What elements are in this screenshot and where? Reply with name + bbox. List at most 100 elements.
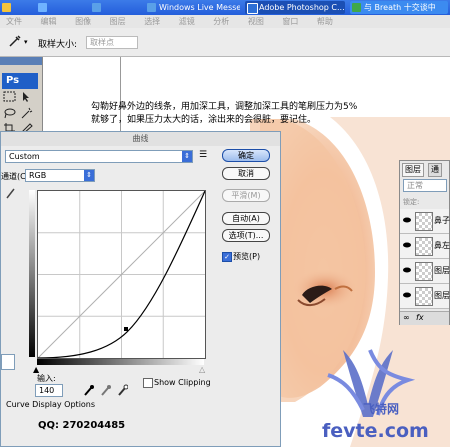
taskbar-label: 与 Breath 十交谈中 bbox=[364, 3, 436, 12]
chat-icon bbox=[352, 3, 361, 12]
options-button[interactable]: 选项(T)... bbox=[222, 229, 270, 242]
input-label: 输入: bbox=[37, 374, 56, 383]
menu-bar: 文件 编辑 图像 图层 选择 滤镜 分析 视图 窗口 帮助 bbox=[0, 15, 450, 28]
preset-value: Custom bbox=[9, 152, 40, 161]
preview-label: 预览(P) bbox=[233, 252, 261, 261]
sample-size-label: 取样大小: bbox=[38, 40, 78, 50]
input-value: 140 bbox=[39, 386, 55, 395]
menu-image[interactable]: 图像 bbox=[75, 17, 91, 26]
blend-mode-value: 正常 bbox=[407, 181, 423, 190]
sample-size-select[interactable]: 取样点 bbox=[86, 36, 138, 49]
cancel-button[interactable]: 取消 bbox=[222, 167, 270, 180]
menu-analysis[interactable]: 分析 bbox=[213, 17, 229, 26]
eye-icon[interactable] bbox=[403, 267, 411, 273]
channel-value: RGB bbox=[29, 171, 47, 180]
taskbar-item-photoshop[interactable]: Adobe Photoshop C... bbox=[245, 1, 345, 14]
taskbar-item-arrow[interactable] bbox=[90, 1, 110, 14]
eye-icon[interactable] bbox=[403, 217, 411, 223]
menu-window[interactable]: 窗口 bbox=[282, 17, 298, 26]
layers-footer: ∞ fx bbox=[400, 311, 449, 325]
menu-layer[interactable]: 图层 bbox=[110, 17, 126, 26]
menu-select[interactable]: 选择 bbox=[144, 17, 160, 26]
tab-layers[interactable]: 图层 bbox=[402, 163, 424, 177]
curve-plot[interactable] bbox=[37, 190, 206, 359]
eye-icon[interactable] bbox=[403, 242, 411, 248]
options-bar: ▾ 取样大小: 取样点 bbox=[0, 28, 450, 57]
layer-thumbnail bbox=[415, 237, 433, 256]
taskbar-label: Windows Live Messe... bbox=[159, 3, 240, 12]
show-clipping-checkbox[interactable] bbox=[143, 378, 153, 388]
lock-label: 锁定: bbox=[403, 198, 420, 206]
sample-size-value: 取样点 bbox=[90, 38, 114, 47]
taskbar-item-messenger[interactable]: Windows Live Messe... bbox=[145, 1, 240, 14]
auto-button[interactable]: 自动(A) bbox=[222, 212, 270, 225]
magic-wand-tool-icon[interactable] bbox=[20, 107, 34, 119]
white-point-slider[interactable]: △ bbox=[199, 365, 205, 374]
show-clipping-label: Show Clipping bbox=[154, 378, 211, 387]
layer-thumbnail bbox=[415, 262, 433, 281]
layer-name: 图层 bbox=[434, 291, 450, 300]
app-icon bbox=[2, 3, 11, 12]
layer-row[interactable]: 图层 bbox=[400, 284, 450, 309]
qq-contact: QQ: 270204485 bbox=[38, 420, 126, 431]
smooth-button[interactable]: 平滑(M) bbox=[222, 189, 270, 202]
taskbar: Windows Live Messe... Adobe Photoshop C.… bbox=[0, 0, 450, 15]
toolbox bbox=[0, 57, 43, 135]
gray-eyedropper-icon[interactable] bbox=[101, 384, 111, 396]
layers-panel: 图层 通 正常 锁定: 鼻子 鼻左 图层 图层 ∞ fx bbox=[399, 160, 450, 325]
layer-name: 鼻子 bbox=[434, 216, 450, 225]
chevron-down-icon: ⇕ bbox=[84, 170, 94, 181]
ok-button[interactable]: 确定 bbox=[222, 149, 270, 162]
menu-filter[interactable]: 滤镜 bbox=[179, 17, 195, 26]
input-gradient-bar bbox=[37, 359, 204, 365]
curves-graph[interactable] bbox=[37, 190, 206, 359]
instruction-line-1: 勾勒好鼻外边的线条，用加深工具，调整加深工具的笔刷压力为5% bbox=[91, 102, 358, 112]
photoshop-logo: Ps bbox=[2, 73, 38, 89]
taskbar-item-chat[interactable]: 与 Breath 十交谈中 bbox=[350, 1, 448, 14]
blend-mode-select[interactable]: 正常 bbox=[403, 179, 447, 192]
chevron-down-icon: ⇕ bbox=[182, 151, 192, 162]
output-value-field[interactable] bbox=[1, 354, 15, 370]
layer-row[interactable]: 鼻左 bbox=[400, 234, 450, 259]
preview-checkbox[interactable]: ✓ bbox=[222, 252, 232, 262]
tutorial-instruction: 勾勒好鼻外边的线条，用加深工具，调整加深工具的笔刷压力为5% 就够了，如果压力太… bbox=[91, 101, 381, 127]
layer-style-icon[interactable]: fx bbox=[416, 313, 424, 322]
marquee-tool-icon[interactable] bbox=[3, 91, 17, 103]
photoshop-icon bbox=[247, 3, 258, 14]
menu-file[interactable]: 文件 bbox=[6, 17, 22, 26]
link-layers-icon[interactable]: ∞ bbox=[403, 313, 410, 322]
curve-edit-icon[interactable] bbox=[6, 187, 16, 199]
layer-name: 图层 bbox=[434, 266, 450, 275]
tab-channels[interactable]: 通 bbox=[428, 163, 442, 177]
app-icon bbox=[92, 3, 101, 12]
taskbar-item-0[interactable] bbox=[0, 1, 20, 14]
taskbar-item-1[interactable] bbox=[36, 1, 66, 14]
preset-select[interactable]: Custom ⇕ bbox=[5, 150, 193, 163]
curves-dialog: 曲线 Custom ⇕ ☰ 通道(C): RGB ⇕ ▲ △ 输入: 140 S… bbox=[0, 131, 281, 447]
output-gradient-bar bbox=[29, 190, 35, 357]
move-tool-icon[interactable] bbox=[20, 91, 34, 103]
toolbox-grip[interactable] bbox=[0, 57, 42, 65]
layer-name: 鼻左 bbox=[434, 241, 450, 250]
black-eyedropper-icon[interactable] bbox=[84, 384, 94, 396]
app-icon bbox=[38, 3, 47, 12]
channel-select[interactable]: RGB ⇕ bbox=[25, 169, 95, 182]
watermark-site: fevte.com bbox=[322, 420, 429, 442]
messenger-icon bbox=[147, 3, 156, 12]
layer-row[interactable]: 鼻子 bbox=[400, 209, 450, 234]
menu-view[interactable]: 视图 bbox=[248, 17, 264, 26]
eye-icon[interactable] bbox=[403, 292, 411, 298]
taskbar-label: Adobe Photoshop C... bbox=[259, 3, 345, 12]
eyedropper-tool-icon[interactable] bbox=[8, 34, 22, 48]
layer-row[interactable]: 图层 bbox=[400, 259, 450, 284]
white-eyedropper-icon[interactable] bbox=[118, 384, 128, 396]
chevron-down-icon[interactable]: ▾ bbox=[24, 38, 28, 46]
preset-options-icon[interactable]: ☰ bbox=[199, 150, 207, 160]
lasso-tool-icon[interactable] bbox=[3, 107, 17, 119]
curve-display-options-toggle[interactable]: Curve Display Options bbox=[6, 400, 95, 409]
input-value-field[interactable]: 140 bbox=[35, 384, 63, 397]
dialog-title: 曲线 bbox=[1, 132, 280, 146]
menu-help[interactable]: 帮助 bbox=[317, 17, 333, 26]
menu-edit[interactable]: 编辑 bbox=[41, 17, 57, 26]
curve-point[interactable] bbox=[124, 327, 128, 331]
